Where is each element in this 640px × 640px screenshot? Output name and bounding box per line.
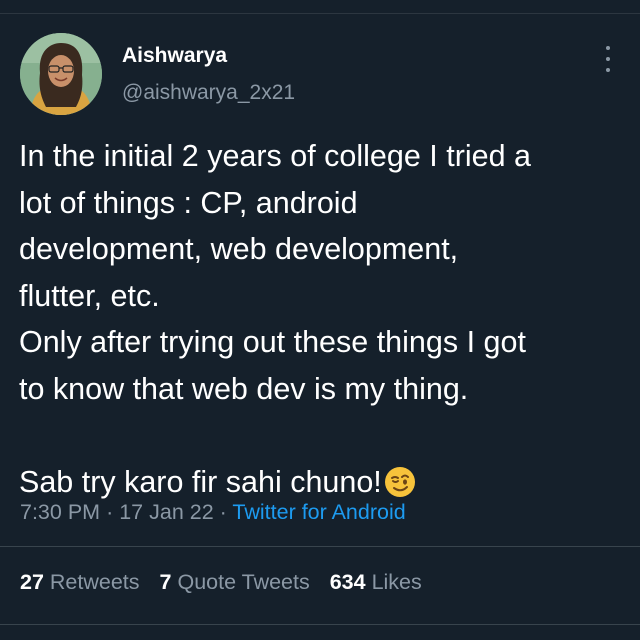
retweets-stat[interactable]: 27 Retweets — [20, 570, 140, 594]
quote-tweets-stat[interactable]: 7 Quote Tweets — [160, 570, 310, 594]
tweet-source-link[interactable]: Twitter for Android — [232, 500, 405, 524]
meta-separator: · — [106, 500, 114, 524]
author-name[interactable]: Aishwarya — [122, 44, 227, 68]
tweet-text: In the initial 2 years of college I trie… — [19, 133, 629, 511]
tweet-line: In the initial 2 years of college I trie… — [19, 139, 532, 173]
author-handle[interactable]: @aishwarya_2x21 — [122, 81, 295, 105]
tweet-line: lot of things : CP, android — [19, 185, 358, 220]
tweet-line: Sab try karo fir sahi chuno! — [19, 464, 382, 499]
more-options-icon[interactable] — [598, 46, 618, 72]
tweet-time[interactable]: 7:30 PM — [20, 500, 100, 524]
quote-tweets-count: 7 — [159, 570, 172, 594]
likes-count: 634 — [329, 570, 366, 594]
tweet-date[interactable]: 17 Jan 22 — [119, 500, 213, 524]
tweet-line: flutter, etc. — [19, 278, 160, 313]
likes-stat[interactable]: 634 Likes — [330, 570, 422, 594]
tweet-stats: 27 Retweets 7 Quote Tweets 634 Likes — [20, 570, 436, 595]
tweet-meta: 7:30 PM · 17 Jan 22 · Twitter for Androi… — [20, 500, 406, 525]
tweet-line: development, web development, — [19, 232, 459, 266]
meta-separator: · — [219, 500, 227, 524]
divider — [0, 624, 640, 625]
retweets-label: Retweets — [49, 570, 140, 594]
quote-tweets-label: Quote Tweets — [177, 570, 310, 594]
tweet-line: Only after trying out these things I got — [19, 325, 526, 359]
avatar[interactable] — [20, 33, 102, 115]
top-border — [0, 13, 640, 14]
avatar-image — [20, 33, 102, 115]
tweet-line: to know that web dev is my thing. — [19, 371, 469, 406]
retweets-count: 27 — [20, 570, 44, 594]
divider — [0, 546, 640, 547]
likes-label: Likes — [371, 570, 422, 594]
